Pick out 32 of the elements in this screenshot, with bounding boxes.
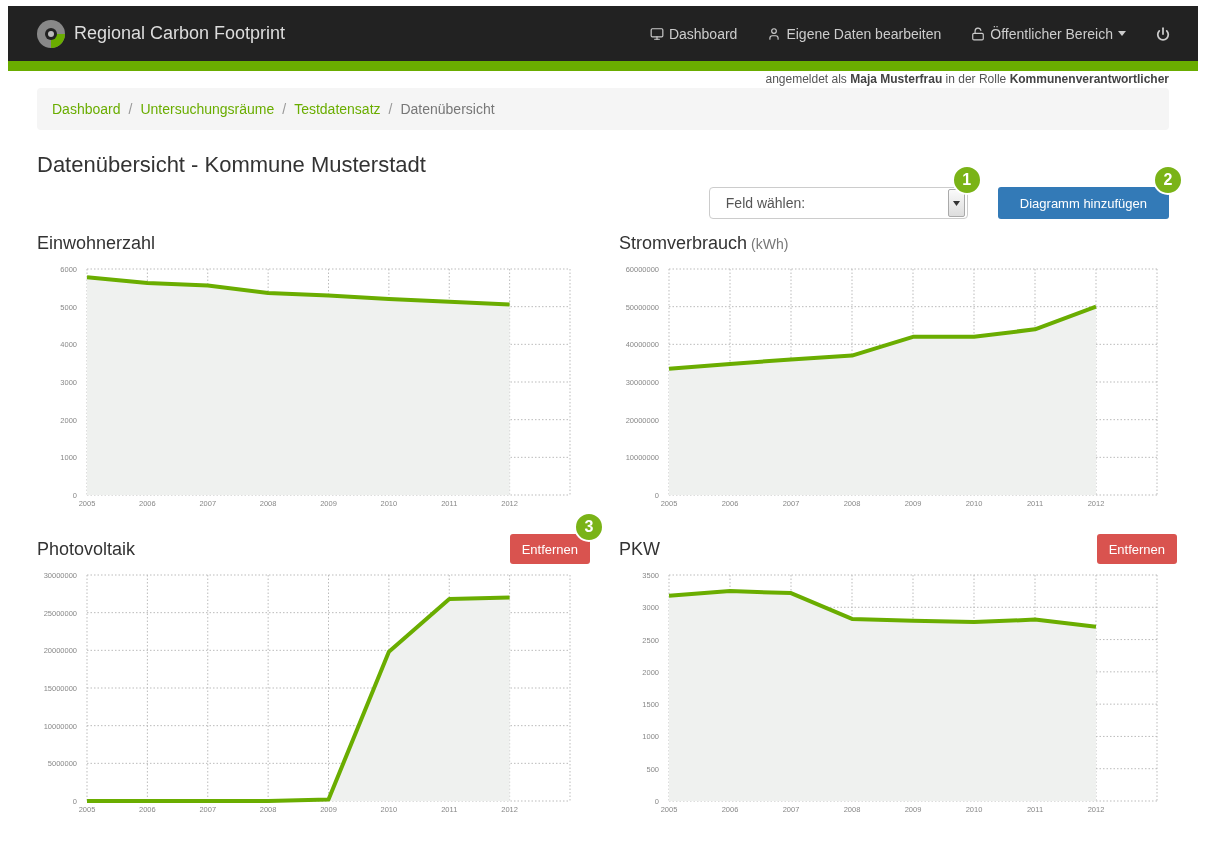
logout-button[interactable] xyxy=(1156,26,1170,41)
login-info: angemeldet als Maja Musterfrau in der Rolle Kommunenverantwortlicher xyxy=(764,72,1169,86)
add-chart-button[interactable]: Diagramm hinzufügen xyxy=(997,187,1169,219)
breadcrumb-separator: / xyxy=(387,101,394,117)
breadcrumb-current[interactable]: Datenübersicht xyxy=(400,101,495,117)
logo-icon xyxy=(36,18,66,49)
step-badge: 2 xyxy=(1153,165,1183,195)
chart-title: PKW xyxy=(619,538,660,560)
breadcrumb-link[interactable]: Dashboard xyxy=(52,101,121,117)
page-title: Datenübersicht - Kommune Musterstadt xyxy=(37,152,427,178)
nav-link[interactable]: Eigene Daten bearbeiten xyxy=(767,25,942,42)
breadcrumb-separator: / xyxy=(127,101,134,117)
chart-title: Photovoltaik xyxy=(37,538,136,560)
caret-icon xyxy=(1118,31,1126,36)
remove-button[interactable]: Entfernen xyxy=(1096,534,1177,564)
unlock-icon xyxy=(971,26,986,41)
brand-name[interactable]: Regional Carbon Footprint xyxy=(74,23,286,44)
remove-button[interactable]: Entfernen xyxy=(509,534,590,564)
chart-title: Einwohnerzahl xyxy=(37,232,156,254)
breadcrumb-link[interactable]: Testdatensatz xyxy=(294,101,381,117)
user-icon xyxy=(767,26,782,41)
nav-dropdown[interactable]: Öffentlicher Bereich xyxy=(971,25,1126,42)
nav-link[interactable]: Dashboard xyxy=(649,25,738,42)
unit-label: (kWh) xyxy=(751,235,789,252)
step-badge: 3 xyxy=(574,512,604,542)
step-badge: 1 xyxy=(951,165,982,195)
breadcrumb-separator: / xyxy=(281,101,288,117)
monitor-icon xyxy=(649,26,664,41)
chart-title: Stromverbrauch xyxy=(619,232,748,254)
power-icon xyxy=(1156,26,1170,41)
breadcrumb-link[interactable]: Untersuchungsräume xyxy=(140,101,275,117)
field-select[interactable]: Feld wählen: xyxy=(708,187,968,219)
